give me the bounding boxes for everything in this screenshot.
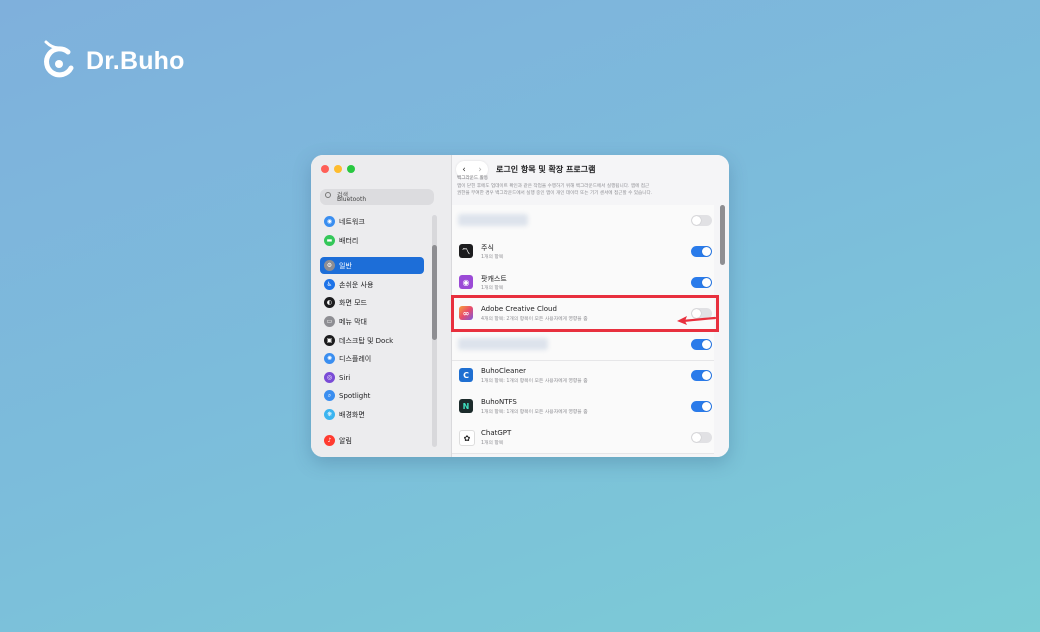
toggle-blurred-2[interactable] [691,339,712,350]
section-label: 백그라운드 활동 [457,176,489,181]
sidebar-item[interactable]: ▭ 메뉴 막대 [320,313,424,330]
blurred-row [452,205,714,237]
app-name: BuhoNTFS [481,398,517,406]
dock-icon: ▣ [324,335,335,346]
battery-icon: ▬ [324,235,335,246]
app-item-count: 1개의 항목: 1개의 항목이 모든 사용자에게 영향을 줌 [481,379,588,384]
app-item-count: 1개의 항목 [481,255,504,260]
spotlight-icon: ⌕ [324,390,335,401]
description: 백그라운드 활동 앱이 닫힌 후에도 업데이트 확인과 같은 작업을 수행하기 … [457,175,725,197]
sidebar-item[interactable]: ▣ 데스크탑 및 Dock [320,332,424,349]
search-icon [325,192,331,198]
toggle-blurred[interactable] [691,215,712,226]
login-item-row: 〽 주식 1개의 항목 [452,236,714,268]
stocks-icon: 〽 [459,244,473,258]
sidebar-item-label: 손쉬운 사용 [339,280,374,289]
sidebar-item[interactable]: ⚙ 일반 [320,257,424,274]
minimize-button[interactable] [334,165,342,173]
appearance-icon: ◐ [324,297,335,308]
back-button[interactable]: ‹ [462,165,466,175]
sidebar-item[interactable]: ♪ 알림 [320,432,424,449]
sidebar-item-label: 메뉴 막대 [339,317,367,326]
app-name: 팟캐스트 [481,275,507,283]
app-item-count: 1개의 항목: 1개의 항목이 모든 사용자에게 영향을 줌 [481,410,588,415]
toggle-switch[interactable] [691,401,712,412]
sidebar-item[interactable]: ✺ 디스플레이 [320,350,424,367]
app-name: BuhoCleaner [481,367,527,375]
sidebar-item-label: 네트워크 [339,217,365,226]
sidebar-item-label: 디스플레이 [339,354,372,363]
login-item-row: C BuhoCleaner 1개의 항목: 1개의 항목이 모든 사용자에게 영향을… [452,360,714,392]
app-name: ChatGPT [481,429,512,437]
buho-owl-icon [44,40,74,78]
blurred-row [452,329,714,361]
app-item-count: 1개의 항목 [481,441,504,446]
sidebar-item-label: 일반 [339,261,352,270]
red-arrow-icon [677,316,717,325]
chatgpt-icon: ✿ [459,430,475,446]
sidebar-item[interactable]: ♿ 손쉬운 사용 [320,276,424,293]
sidebar-item[interactable]: ◎ Siri [320,369,424,386]
toggle-switch[interactable] [691,432,712,443]
brand-logo: Dr.Buho [40,40,185,82]
sidebar-item[interactable]: ▬ 배터리 [320,232,424,249]
search-field[interactable]: 검색 Bluetooth [320,189,434,205]
app-name: 주식 [481,244,494,252]
window-controls [321,165,355,173]
sidebar-item-label: Spotlight [339,391,371,400]
podcasts-icon: ◉ [459,275,473,289]
page-title: 로그인 항목 및 확장 프로그램 [496,165,596,174]
login-item-row: ✿ ChatGPT 1개의 항목 [452,422,714,454]
main-scrollbar-thumb[interactable] [720,205,725,265]
description-line: 권한을 부여한 경우 백그라운드에서 실행 중인 앱이 개인 데이터 또는 기기… [457,191,653,196]
close-button[interactable] [321,165,329,173]
search-overlap-text: Bluetooth [337,196,367,203]
toggle-switch[interactable] [691,246,712,257]
sidebar-item-label: 알림 [339,436,352,445]
sidebar-scrollbar[interactable] [432,215,437,447]
sidebar-item-label: 배경화면 [339,410,365,419]
forward-button[interactable]: › [478,165,482,175]
sidebar: 검색 Bluetooth ◉ 네트워크 ▬ 배터리 ⚙ 일반 ♿ 손쉬운 사용 ◐ 화면 모드 ▭ 메… [311,155,452,457]
globe-icon: ◉ [324,216,335,227]
zoom-button[interactable] [347,165,355,173]
sidebar-item-label: 배터리 [339,236,359,245]
app-item-count: 1개의 항목 [481,286,504,291]
description-line: 앱이 닫힌 후에도 업데이트 확인과 같은 작업을 수행하기 위해 백그라운드에… [457,184,650,189]
toggle-switch[interactable] [691,277,712,288]
bell-icon: ♪ [324,435,335,446]
gear-icon: ⚙ [324,260,335,271]
sidebar-item[interactable]: ❋ 배경화면 [320,406,424,423]
sidebar-item[interactable]: ◉ 네트워크 [320,213,424,230]
toggle-switch[interactable] [691,370,712,381]
sidebar-item-label: 화면 모드 [339,298,367,307]
sidebar-scrollbar-thumb[interactable] [432,245,437,340]
brand-name: Dr.Buho [86,46,185,75]
buhontfs-icon: N [459,399,473,413]
accessibility-icon: ♿ [324,279,335,290]
sidebar-item-label: Siri [339,373,351,382]
menubar-icon: ▭ [324,316,335,327]
display-icon: ✺ [324,353,335,364]
sidebar-item[interactable]: ◐ 화면 모드 [320,294,424,311]
login-item-row: N BuhoNTFS 1개의 항목: 1개의 항목이 모든 사용자에게 영향을 줌 [452,391,714,423]
wallpaper-icon: ❋ [324,409,335,420]
sidebar-item-label: 데스크탑 및 Dock [339,336,394,345]
sidebar-item[interactable]: ⌕ Spotlight [320,387,424,404]
buhocleaner-icon: C [459,368,473,382]
siri-icon: ◎ [324,372,335,383]
